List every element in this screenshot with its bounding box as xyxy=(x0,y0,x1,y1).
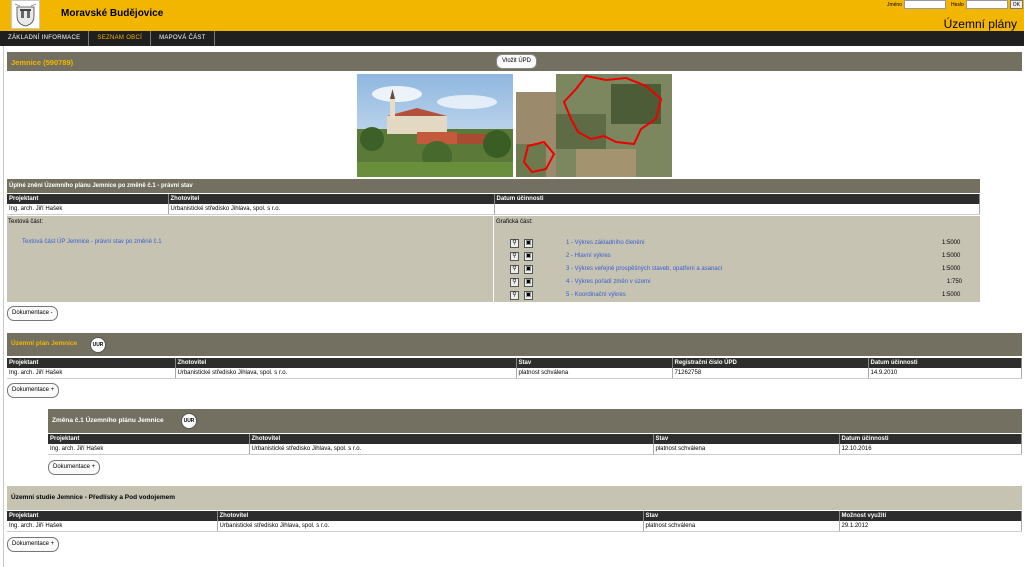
drawing-scale: 1:5000 xyxy=(942,292,961,298)
cell-projektant: Ing. arch. Jiří Hašek xyxy=(7,368,176,379)
col-datum: Datum účinnosti xyxy=(868,358,1022,368)
coat-of-arms-logo[interactable] xyxy=(11,0,40,29)
insert-upd-button[interactable]: Vložit ÚPD xyxy=(496,54,538,69)
col-projektant: Projektant xyxy=(48,434,250,444)
table-row: Ing. arch. Jiří Hašek Urbanistické střed… xyxy=(7,204,980,215)
drawing-scale: 1:750 xyxy=(947,279,963,285)
col-datum: Datum účinnosti xyxy=(494,194,980,204)
map-pin-icon[interactable]: ⚲ xyxy=(510,252,519,261)
cell-datum: 14.9.2010 xyxy=(868,368,1022,379)
drawing-link[interactable]: 5 - Koordinační výkres xyxy=(566,292,626,298)
cell-stav: platnost schválena xyxy=(516,368,673,379)
table-row: Ing. arch. Jiří Hašek Urbanistické střed… xyxy=(7,368,1022,379)
cell-stav: platnost schválena xyxy=(653,444,840,455)
documentation-toggle-button[interactable]: Dokumentace + xyxy=(7,537,60,552)
image-icon[interactable]: ▣ xyxy=(524,265,533,274)
text-part-panel xyxy=(7,216,493,302)
nav-map[interactable]: MAPOVÁ ČÁST xyxy=(151,31,215,46)
image-icon[interactable]: ▣ xyxy=(524,278,533,287)
col-usage: Možnost využití xyxy=(839,511,1022,521)
main-nav: ZÁKLADNÍ INFORMACE SEZNAM OBCÍ MAPOVÁ ČÁ… xyxy=(0,31,1024,46)
cell-registration: 71262758 xyxy=(672,368,869,379)
documentation-toggle-button[interactable]: Dokumentace + xyxy=(48,460,101,475)
cell-projektant: Ing. arch. Jiří Hašek xyxy=(7,204,169,215)
table-row: Ing. arch. Jiří Hašek Urbanistické střed… xyxy=(48,444,1022,455)
col-registration: Registrační číslo ÚPD xyxy=(672,358,869,368)
graphic-part-panel xyxy=(494,216,980,302)
drawing-link[interactable]: 2 - Hlavní výkres xyxy=(566,253,611,259)
section-title: Územní plány xyxy=(943,17,1017,31)
municipality-title: Jemnice (590789) xyxy=(11,58,74,67)
password-input[interactable] xyxy=(965,0,1008,9)
full-text-table: Projektant Zhotovitel Datum účinnosti In… xyxy=(7,194,980,215)
image-icon[interactable]: ▣ xyxy=(524,291,533,300)
uur-badge[interactable]: UUR xyxy=(181,413,197,429)
drawing-scale: 1:5000 xyxy=(942,240,961,246)
full-text-title: Úplné znění Územního plánu Jemnice po zm… xyxy=(9,183,193,189)
col-stav: Stav xyxy=(516,358,673,368)
graphic-part-label: Grafická část: xyxy=(496,219,533,225)
cell-projektant: Ing. arch. Jiří Hašek xyxy=(48,444,250,455)
study-bar: Územní studie Jemnice - Předlísky a Pod … xyxy=(7,486,1022,510)
text-part-link[interactable]: Textová část ÚP Jemnice - právní stav po… xyxy=(22,239,162,245)
col-zhotovitel: Zhotovitel xyxy=(217,511,644,521)
documentation-toggle-button[interactable]: Dokumentace + xyxy=(7,383,60,398)
text-part-label: Textová část: xyxy=(8,219,44,225)
change-title: Změna č.1 Územního plánu Jemnice xyxy=(52,417,164,424)
plan-title: Územní plán Jemnice xyxy=(11,340,78,347)
cell-stav: platnost schválena xyxy=(643,521,840,532)
col-zhotovitel: Zhotovitel xyxy=(249,434,654,444)
map-pin-icon[interactable]: ⚲ xyxy=(510,265,519,274)
cell-zhotovitel: Urbanistické středisko Jihlava, spol. s … xyxy=(217,521,644,532)
plan-table: Projektant Zhotovitel Stav Registrační č… xyxy=(7,358,1022,379)
cell-projektant: Ing. arch. Jiří Hašek xyxy=(7,521,218,532)
login-form: Jméno Heslo OK xyxy=(887,0,1023,9)
drawing-scale: 1:5000 xyxy=(942,266,961,272)
name-label: Jméno xyxy=(886,1,902,8)
col-stav: Stav xyxy=(643,511,840,521)
drawing-link[interactable]: 3 - Výkres veřejně prospěšných staveb, o… xyxy=(566,266,722,272)
login-ok-button[interactable]: OK xyxy=(1009,0,1023,9)
uur-badge[interactable]: UUR xyxy=(90,337,106,353)
map-pin-icon[interactable]: ⚲ xyxy=(510,291,519,300)
image-icon[interactable]: ▣ xyxy=(524,239,533,248)
col-zhotovitel: Zhotovitel xyxy=(168,194,495,204)
plan-bar: Územní plán Jemnice xyxy=(7,333,1022,356)
cell-datum xyxy=(494,204,980,215)
left-border xyxy=(3,46,4,567)
cell-zhotovitel: Urbanistické středisko Jihlava, spol. s … xyxy=(175,368,517,379)
image-icon[interactable]: ▣ xyxy=(524,252,533,261)
study-table: Projektant Zhotovitel Stav Možnost využi… xyxy=(7,511,1022,532)
study-title: Územní studie Jemnice - Předlísky a Pod … xyxy=(11,494,175,501)
town-photo[interactable] xyxy=(357,74,513,177)
map-pin-icon[interactable]: ⚲ xyxy=(510,239,519,248)
col-projektant: Projektant xyxy=(7,511,218,521)
col-projektant: Projektant xyxy=(7,194,169,204)
col-projektant: Projektant xyxy=(7,358,176,368)
full-text-bar: Úplné znění Územního plánu Jemnice po zm… xyxy=(7,179,980,193)
col-zhotovitel: Zhotovitel xyxy=(175,358,517,368)
col-stav: Stav xyxy=(653,434,840,444)
territory-map[interactable] xyxy=(516,74,672,177)
col-datum: Datum účinnosti xyxy=(839,434,1022,444)
name-input[interactable] xyxy=(903,0,946,9)
cell-zhotovitel: Urbanistické středisko Jihlava, spol. s … xyxy=(168,204,495,215)
nav-basic-info[interactable]: ZÁKLADNÍ INFORMACE xyxy=(0,31,90,46)
map-pin-icon[interactable]: ⚲ xyxy=(510,278,519,287)
documentation-toggle-button[interactable]: Dokumentace - xyxy=(7,306,58,321)
drawing-link[interactable]: 4 - Výkres pořadí změn v území xyxy=(566,279,651,285)
city-title: Moravské Budějovice xyxy=(61,8,164,19)
cell-usage: 29.1.2012 xyxy=(839,521,1022,532)
change-table: Projektant Zhotovitel Stav Datum účinnos… xyxy=(48,434,1022,455)
table-row: Ing. arch. Jiří Hašek Urbanistické střed… xyxy=(7,521,1022,532)
password-label: Heslo xyxy=(950,1,964,8)
nav-municipality-list[interactable]: SEZNAM OBCÍ xyxy=(89,31,152,46)
cell-zhotovitel: Urbanistické středisko Jihlava, spol. s … xyxy=(249,444,654,455)
cell-datum: 12.10.2016 xyxy=(839,444,1022,455)
drawing-link[interactable]: 1 - Výkres základního členění xyxy=(566,240,645,246)
drawing-scale: 1:5000 xyxy=(942,253,961,259)
header: Moravské Budějovice Jméno Heslo OK Územn… xyxy=(0,0,1024,31)
